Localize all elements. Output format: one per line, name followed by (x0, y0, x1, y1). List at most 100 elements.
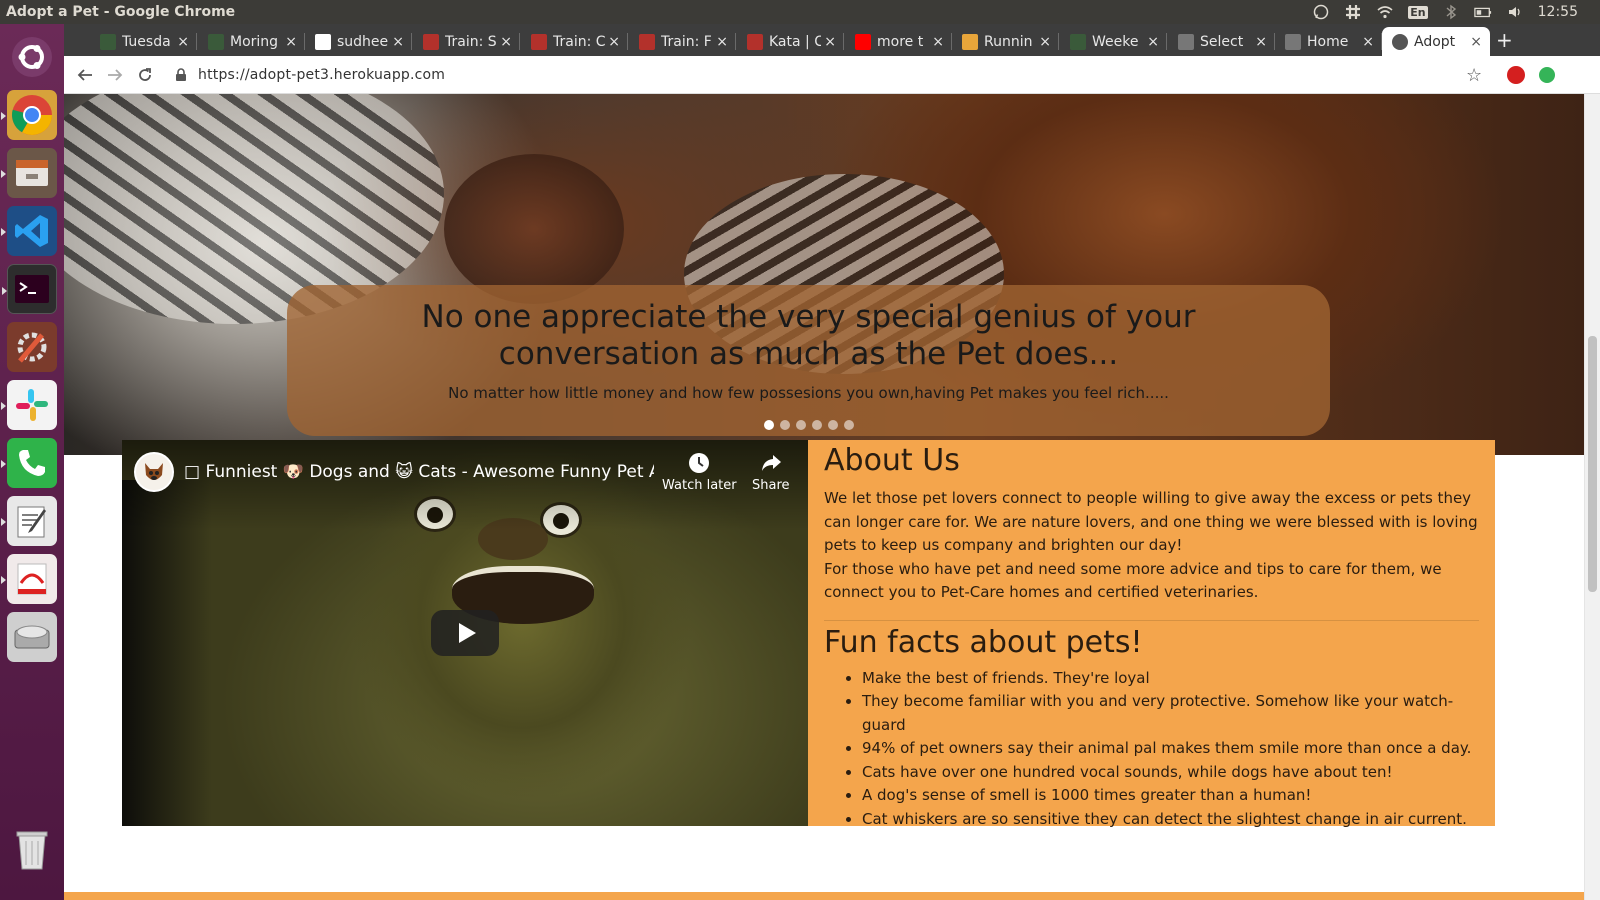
phone-icon[interactable] (1, 438, 57, 488)
play-button[interactable] (431, 610, 499, 656)
carousel-indicator-dot[interactable] (796, 420, 806, 430)
browser-toolbar: https://adopt-pet3.herokuapp.com ☆ (64, 56, 1600, 94)
carousel-title: No one appreciate the very special geniu… (421, 299, 1196, 372)
channel-avatar[interactable] (134, 452, 174, 492)
slack-icon[interactable] (1, 380, 57, 430)
fun-facts-heading: Fun facts about pets! (824, 624, 1143, 660)
carousel-subtitle: No matter how little money and how few p… (448, 384, 1169, 402)
reload-button[interactable] (130, 60, 160, 90)
terminal-icon[interactable] (2, 264, 57, 314)
fun-facts-list: Make the best of friends. They're loyalT… (824, 667, 1479, 832)
favicon-icon (1070, 33, 1086, 50)
ubuntu-dash-icon[interactable] (7, 32, 57, 82)
tab-label: Select (1200, 33, 1244, 50)
about-heading: About Us (824, 443, 960, 478)
clock-icon (662, 452, 737, 478)
carousel-indicators (764, 420, 854, 430)
back-button[interactable] (70, 60, 100, 90)
launcher (0, 24, 64, 900)
tab-label: sudhee (337, 33, 389, 50)
lock-icon[interactable] (174, 68, 188, 82)
tab-close-button[interactable]: × (716, 34, 728, 50)
browser-tab[interactable]: Moring × (198, 27, 305, 56)
volume-icon[interactable] (1506, 4, 1524, 20)
new-tab-button[interactable]: + (1496, 28, 1513, 52)
browser-tab[interactable]: Kata | C × (737, 27, 844, 56)
forward-button[interactable] (100, 60, 130, 90)
browser-tab[interactable]: sudhee × (305, 27, 412, 56)
video-title[interactable]: □ Funniest 🐶 Dogs and 😺 Cats - Awesome F… (184, 462, 654, 482)
fun-fact-item: Cat whiskers are so sensitive they can d… (862, 808, 1479, 832)
trash-icon[interactable] (7, 824, 57, 874)
favicon-icon (100, 33, 116, 50)
browser-tab[interactable]: Train: C × (521, 27, 628, 56)
chrome-window: Tuesda × Moring × sudhee × Train: S × Train: C × T… (64, 24, 1600, 900)
tab-close-button[interactable]: × (932, 34, 944, 50)
wifi-icon[interactable] (1376, 4, 1394, 20)
tab-close-button[interactable]: × (608, 34, 620, 50)
tab-close-button[interactable]: × (500, 34, 512, 50)
bookmark-star-icon[interactable]: ☆ (1466, 65, 1482, 86)
tab-label: more t (877, 33, 924, 50)
clock[interactable]: 12:55 (1538, 4, 1578, 20)
carousel-indicator-dot[interactable] (780, 420, 790, 430)
url-text[interactable]: https://adopt-pet3.herokuapp.com (198, 67, 445, 83)
keyboard-layout-indicator[interactable]: En (1408, 5, 1428, 19)
carousel-caption: No one appreciate the very special geniu… (287, 285, 1330, 436)
tab-close-button[interactable]: × (1362, 34, 1374, 50)
battery-icon[interactable] (1473, 4, 1492, 20)
tab-close-button[interactable]: × (177, 34, 189, 50)
share-button[interactable]: Share (752, 452, 790, 493)
tab-close-button[interactable]: × (1470, 34, 1482, 50)
browser-tab[interactable]: Train: S × (413, 27, 520, 56)
browser-tab[interactable]: Train: F × (629, 27, 736, 56)
youtube-video-embed[interactable]: □ Funniest 🐶 Dogs and 😺 Cats - Awesome F… (122, 440, 808, 826)
browser-tab[interactable]: Home × (1275, 27, 1382, 56)
files-icon[interactable] (1, 148, 57, 198)
disks-icon[interactable] (7, 612, 57, 662)
tab-close-button[interactable]: × (392, 34, 404, 50)
carousel-indicator-dot[interactable] (812, 420, 822, 430)
carousel-indicator-dot[interactable] (764, 420, 774, 430)
fun-fact-item: A dog's sense of smell is 1000 times gre… (862, 784, 1479, 808)
system-indicators: En 12:55 (1312, 4, 1600, 20)
browser-tab[interactable]: Weeke × (1060, 27, 1167, 56)
watch-later-button[interactable]: Watch later (662, 452, 737, 493)
carousel-indicator-dot[interactable] (828, 420, 838, 430)
text-editor-icon[interactable] (1, 496, 57, 546)
tab-close-button[interactable]: × (1039, 34, 1051, 50)
section-divider (824, 619, 1479, 621)
browser-tab[interactable]: Runnin × (952, 27, 1059, 56)
about-body: We let those pet lovers connect to peopl… (824, 487, 1479, 605)
carousel-indicator-dot[interactable] (844, 420, 854, 430)
slack-tray-icon[interactable] (1344, 4, 1362, 20)
scrollbar-thumb[interactable] (1588, 336, 1597, 592)
settings-icon[interactable] (7, 322, 57, 372)
document-viewer-icon[interactable] (1, 554, 57, 604)
chrome-launcher-icon[interactable] (1, 90, 57, 140)
bluetooth-icon[interactable] (1442, 4, 1460, 20)
tab-close-button[interactable]: × (1147, 34, 1159, 50)
whatsapp-icon[interactable] (1312, 4, 1330, 20)
tab-close-button[interactable]: × (824, 34, 836, 50)
vscode-icon[interactable] (1, 206, 57, 256)
tab-label: Weeke (1092, 33, 1139, 50)
extension-icon[interactable] (1507, 66, 1525, 84)
share-icon (752, 452, 790, 478)
browser-tab[interactable]: more t × (845, 27, 952, 56)
tab-close-button[interactable]: × (285, 34, 297, 50)
tab-strip: Tuesda × Moring × sudhee × Train: S × Train: C × T… (64, 24, 1600, 56)
browser-tab[interactable]: Adopt × (1382, 27, 1490, 56)
tab-label: Train: S (445, 33, 497, 50)
favicon-icon (639, 33, 655, 50)
page-scrollbar[interactable] (1584, 94, 1600, 900)
footer-strip (64, 892, 1584, 900)
favicon-icon (855, 33, 871, 50)
browser-tab[interactable]: Select × (1168, 27, 1275, 56)
tab-close-button[interactable]: × (1255, 34, 1267, 50)
extension-icon[interactable] (1539, 67, 1555, 83)
tab-label: Moring (230, 33, 279, 50)
hero-carousel[interactable]: No one appreciate the very special geniu… (64, 94, 1584, 455)
browser-tab[interactable]: Tuesda × (90, 27, 197, 56)
address-bar[interactable]: https://adopt-pet3.herokuapp.com (174, 62, 1494, 88)
